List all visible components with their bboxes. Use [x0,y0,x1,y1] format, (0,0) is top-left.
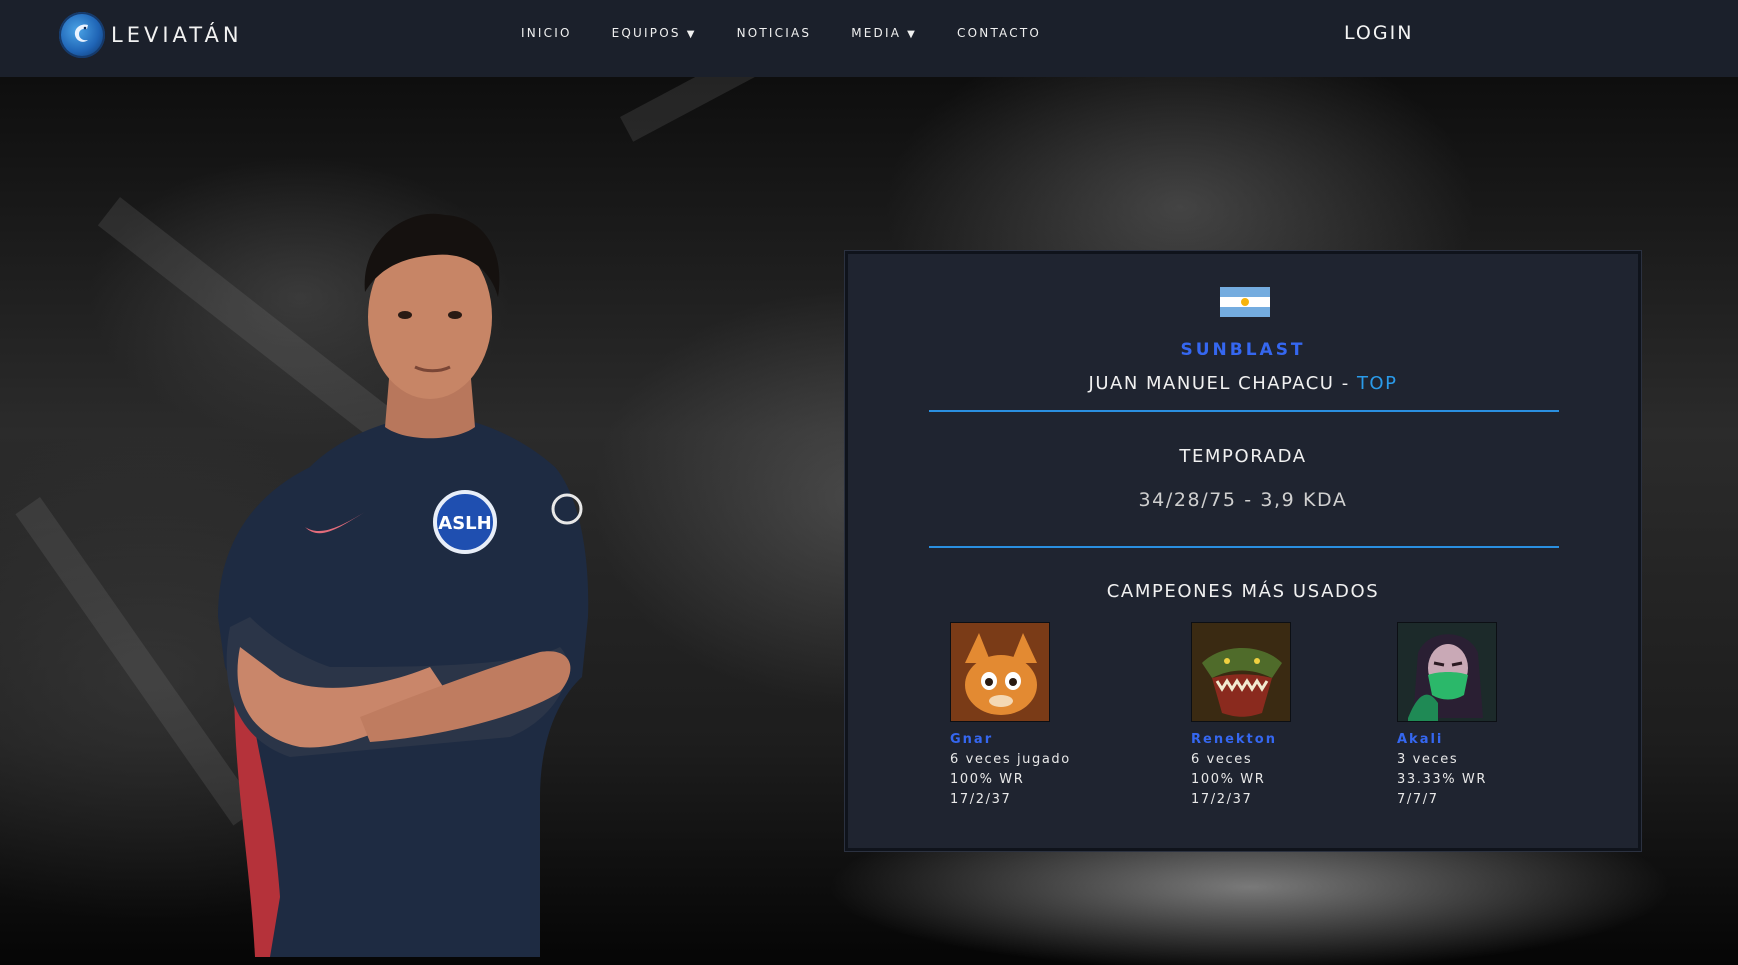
nav-inicio[interactable]: INICIO [521,26,572,40]
gnar-portrait-icon [950,622,1050,722]
akali-portrait-icon [1397,622,1497,722]
flag-argentina-icon [1220,287,1270,317]
nav-noticias-label: NOTICIAS [736,26,812,40]
leviatan-logo-icon [59,12,105,58]
champion-name: Akali [1397,732,1444,747]
champion-name: Gnar [950,732,994,747]
brand-home-link[interactable]: LEVIATÁN [59,12,243,58]
player-full-name: JUAN MANUEL CHAPACU [1088,373,1335,394]
champion-kda: 17/2/37 [1191,792,1253,807]
player-name-line: JUAN MANUEL CHAPACU - TOP [848,373,1638,394]
champion-winrate: 100% WR [1191,772,1266,787]
champion-kda: 7/7/7 [1397,792,1439,807]
top-navbar: LEVIATÁN INICIO EQUIPOS ▼ NOTICIAS MEDIA ▼… [0,0,1738,77]
nav-media-label: MEDIA [851,26,902,40]
nav-media-dropdown[interactable]: MEDIA ▼ [851,26,917,40]
caret-down-icon: ▼ [686,29,697,40]
nav-contacto[interactable]: CONTACTO [957,26,1041,40]
nav-inicio-label: INICIO [521,26,572,40]
section-divider [929,546,1559,548]
nav-contacto-label: CONTACTO [957,26,1041,40]
season-kda-stats: 34/28/75 - 3,9 KDA [1138,489,1348,511]
hero-background: ASLH SUNBLAST JUAN MANUEL CHAPACU - TOP … [0,77,1738,965]
player-stats-card: SUNBLAST JUAN MANUEL CHAPACU - TOP TEMPO… [845,251,1641,851]
player-role: TOP [1356,373,1398,394]
champion-card-akali[interactable]: Akali 3 veces 33.33% WR 7/7/7 [1397,622,1597,807]
background-streak [620,77,1004,142]
champion-card-gnar[interactable]: Gnar 6 veces jugado 100% WR 17/2/37 [950,622,1150,807]
renekton-portrait-icon [1191,622,1291,722]
champion-winrate: 100% WR [950,772,1025,787]
champion-games: 6 veces [1191,752,1253,767]
champion-kda: 17/2/37 [950,792,1012,807]
svg-text:ASLH: ASLH [438,513,491,534]
nav-equipos-dropdown[interactable]: EQUIPOS ▼ [612,26,697,40]
name-role-separator: - [1334,373,1357,394]
season-title: TEMPORADA [1179,446,1307,467]
nav-equipos-label: EQUIPOS [611,26,681,40]
champions-title: CAMPEONES MÁS USADOS [1106,581,1380,602]
player-nickname: SUNBLAST [1180,340,1306,360]
champion-name: Renekton [1191,732,1277,747]
champion-winrate: 33.33% WR [1397,772,1487,787]
player-photo: ASLH [218,213,589,957]
login-link[interactable]: LOGIN [1344,22,1413,44]
nav-noticias[interactable]: NOTICIAS [737,26,812,40]
caret-down-icon: ▼ [907,29,918,40]
main-menu: INICIO EQUIPOS ▼ NOTICIAS MEDIA ▼ CONTACTO [521,26,1081,40]
brand-name: LEVIATÁN [111,23,243,47]
champion-games: 6 veces jugado [950,752,1071,767]
champion-games: 3 veces [1397,752,1459,767]
section-divider [929,410,1559,412]
champion-card-renekton[interactable]: Renekton 6 veces 100% WR 17/2/37 [1191,622,1391,807]
